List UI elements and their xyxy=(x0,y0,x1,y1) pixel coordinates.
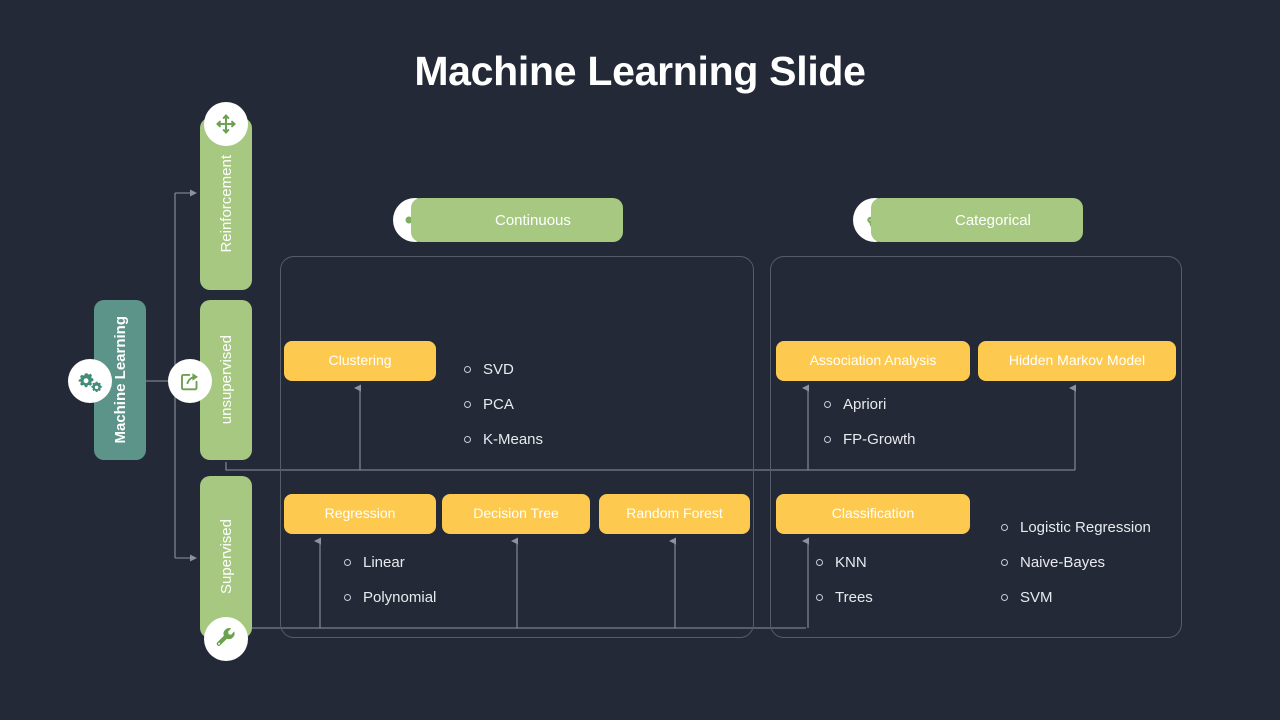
category-header-continuous-label: Continuous xyxy=(495,211,571,229)
list-item-label: K-Means xyxy=(483,431,544,448)
list-association-methods: Apriori FP-Growth xyxy=(824,387,916,457)
list-item-label: PCA xyxy=(483,396,514,413)
bullet-icon xyxy=(816,559,823,566)
list-item-label: Apriori xyxy=(843,396,887,413)
bullet-icon xyxy=(1001,524,1008,531)
list-item: Logistic Regression xyxy=(1001,510,1151,545)
list-item-label: FP-Growth xyxy=(843,431,916,448)
category-header-continuous[interactable]: Continuous xyxy=(411,198,623,242)
list-item: KNN xyxy=(816,545,873,580)
bullet-icon xyxy=(824,436,831,443)
node-machine-learning-label: Machine Learning xyxy=(111,316,129,444)
node-supervised[interactable]: Supervised xyxy=(200,476,252,638)
list-item: Linear xyxy=(344,545,436,580)
node-supervised-label: Supervised xyxy=(217,519,235,595)
category-header-categorical-label: Categorical xyxy=(955,211,1031,229)
list-item-label: SVM xyxy=(1020,589,1053,606)
list-item: FP-Growth xyxy=(824,422,916,457)
list-classification-methods-2: Logistic Regression Naive-Bayes SVM xyxy=(1001,510,1151,615)
list-item: PCA xyxy=(464,387,543,422)
list-item: Polynomial xyxy=(344,580,436,615)
bullet-icon xyxy=(816,594,823,601)
arrows-expand-icon xyxy=(204,102,248,146)
method-box-regression[interactable]: Regression xyxy=(284,494,436,534)
list-item-label: Linear xyxy=(363,554,405,571)
list-item: Naive-Bayes xyxy=(1001,545,1151,580)
method-box-clustering[interactable]: Clustering xyxy=(284,341,436,381)
bullet-icon xyxy=(464,436,471,443)
method-box-decision-tree[interactable]: Decision Tree xyxy=(442,494,590,534)
slide-canvas: Machine Learning Slide Machine Learning … xyxy=(0,0,1280,720)
page-title: Machine Learning Slide xyxy=(414,48,866,94)
list-item: SVD xyxy=(464,352,543,387)
list-item-label: Naive-Bayes xyxy=(1020,554,1106,571)
list-item: K-Means xyxy=(464,422,543,457)
list-item-label: SVD xyxy=(483,361,514,378)
bullet-icon xyxy=(1001,594,1008,601)
method-box-hidden-markov-model[interactable]: Hidden Markov Model xyxy=(978,341,1176,381)
list-classification-methods-1: KNN Trees xyxy=(816,545,873,615)
category-header-categorical[interactable]: Categorical xyxy=(871,198,1083,242)
bullet-icon xyxy=(824,401,831,408)
bullet-icon xyxy=(344,594,351,601)
bullet-icon xyxy=(464,366,471,373)
list-regression-methods: Linear Polynomial xyxy=(344,545,436,615)
list-item-label: KNN xyxy=(835,554,867,571)
list-item-label: Trees xyxy=(835,589,873,606)
bullet-icon xyxy=(1001,559,1008,566)
bullet-icon xyxy=(344,559,351,566)
bullet-icon xyxy=(464,401,471,408)
node-reinforcement-label: Reinforcement xyxy=(217,155,235,253)
method-box-classification[interactable]: Classification xyxy=(776,494,970,534)
list-item: Apriori xyxy=(824,387,916,422)
list-item: Trees xyxy=(816,580,873,615)
share-export-icon xyxy=(168,359,212,403)
list-item-label: Polynomial xyxy=(363,589,437,606)
list-clustering-methods: SVD PCA K-Means xyxy=(464,352,543,457)
list-item-label: Logistic Regression xyxy=(1020,519,1151,536)
gears-icon xyxy=(68,359,112,403)
list-item: SVM xyxy=(1001,580,1151,615)
wrench-icon xyxy=(204,617,248,661)
method-box-association-analysis[interactable]: Association Analysis xyxy=(776,341,970,381)
method-box-random-forest[interactable]: Random Forest xyxy=(599,494,750,534)
node-unsupervised-label: unsupervised xyxy=(217,335,235,425)
